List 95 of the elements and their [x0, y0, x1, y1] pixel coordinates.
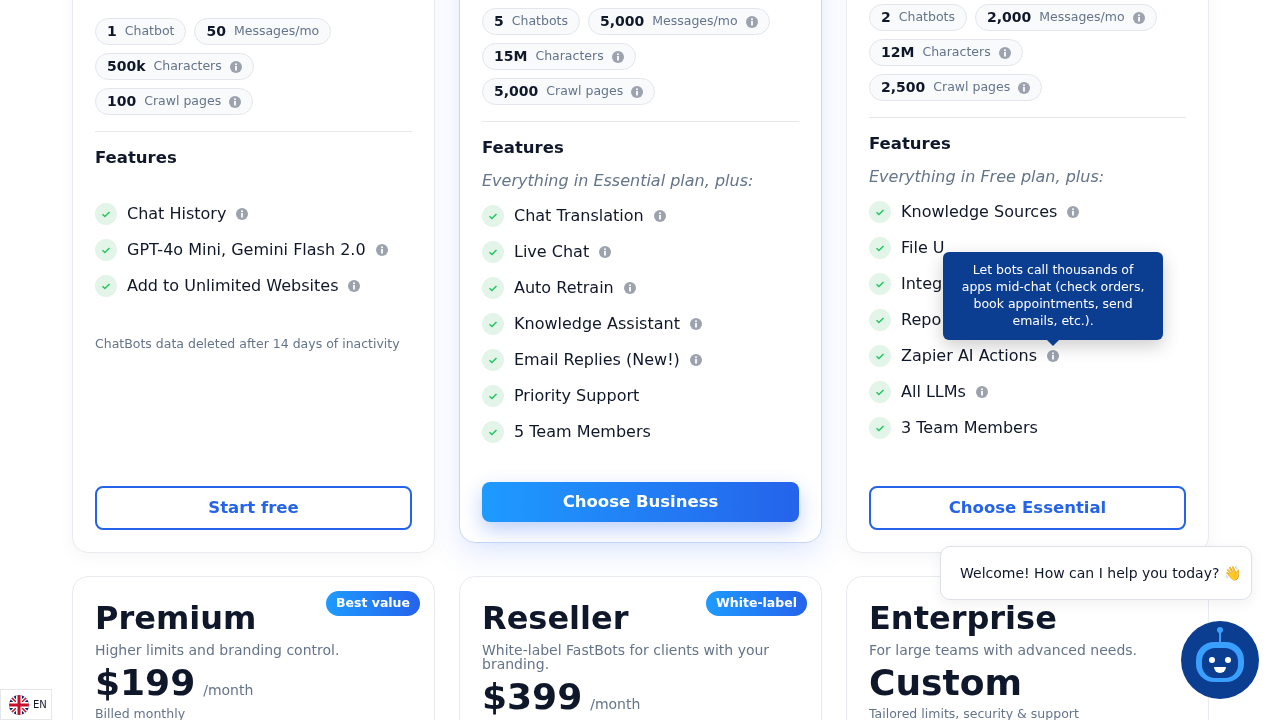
plan-badge: White-label — [705, 591, 807, 616]
feature-label: Add to Unlimited Websites — [127, 274, 339, 297]
chatbot-launcher-icon[interactable] — [1180, 620, 1260, 700]
check-icon — [869, 200, 891, 223]
plan-note: ChatBots data deleted after 14 days of inactivity — [95, 334, 401, 353]
features-intro: Everything in Free plan, plus: — [869, 165, 1106, 188]
feature-label: Auto Retrain — [514, 276, 614, 299]
info-icon — [623, 281, 636, 294]
feature-label: Email Replies (New!) — [514, 348, 680, 371]
check-icon — [482, 348, 504, 371]
check-icon — [95, 202, 117, 225]
check-icon — [95, 274, 117, 297]
info-icon — [975, 385, 988, 398]
info-icon — [1047, 349, 1060, 362]
features-intro: Everything in Essential plan, plus: — [482, 169, 755, 192]
info-icon — [348, 279, 361, 292]
info-icon — [229, 95, 242, 108]
choose-plan-button[interactable]: Choose Business — [482, 482, 799, 522]
choose-plan-button[interactable]: Choose Essential — [869, 486, 1186, 530]
feature-label: Priority Support — [514, 384, 640, 407]
limit-chip: 500k Characters — [95, 53, 254, 80]
plan-name: Enterprise — [869, 599, 1057, 638]
billing-note: Billed monthly — [95, 704, 187, 720]
limit-chip: 50 Messages/mo — [194, 18, 332, 45]
limit-chip: 15M Characters — [482, 43, 636, 70]
info-icon — [631, 85, 644, 98]
feature-label: Chat History — [127, 202, 227, 225]
info-icon — [1067, 205, 1080, 218]
check-icon — [482, 384, 504, 407]
info-icon — [689, 353, 702, 366]
plan-name: Reseller — [482, 599, 629, 638]
info-icon — [1018, 81, 1031, 94]
check-icon — [869, 308, 891, 331]
feature-label: Chat Translation — [514, 204, 644, 227]
feature-label: All LLMs — [901, 380, 966, 403]
check-icon — [95, 238, 117, 261]
check-icon — [482, 204, 504, 227]
features-heading: Features — [95, 147, 178, 169]
info-icon — [236, 207, 249, 220]
info-icon — [998, 46, 1011, 59]
chat-message: Welcome! How can I help you today? 👋 — [940, 546, 1252, 600]
plan-price: $399 — [482, 675, 583, 719]
flag-icon — [9, 694, 29, 715]
check-icon — [482, 240, 504, 263]
check-icon — [482, 420, 504, 443]
feature-label: Knowledge Assistant — [514, 312, 680, 335]
limit-chip: 5 Chatbots — [482, 8, 580, 35]
plan-price: $199 — [95, 661, 196, 705]
info-icon — [611, 50, 624, 63]
price-period: /month — [590, 695, 641, 715]
check-icon — [482, 312, 504, 335]
tooltip: Let bots call thousands of apps mid-chat (check orders, book appointments, send emails, etc.). — [943, 252, 1164, 340]
info-icon — [375, 243, 388, 256]
features-heading: Features — [482, 137, 565, 159]
feature-label: Knowledge Sources — [901, 200, 1058, 223]
feature-label: Live Chat — [514, 240, 590, 263]
limit-chip: 2,000 Messages/mo — [974, 4, 1157, 31]
limit-chip: 1 Chatbot — [95, 18, 187, 45]
plan-badge: Best value — [325, 591, 420, 616]
feature-label: Zapier AI Actions — [901, 344, 1038, 367]
plan-name: Premium — [95, 599, 257, 638]
info-icon — [599, 245, 612, 258]
check-icon — [869, 236, 891, 259]
feature-label: File U — [901, 236, 945, 259]
feature-label: Integ — [901, 272, 943, 295]
check-icon — [869, 416, 891, 439]
info-icon — [653, 209, 666, 222]
limit-chip: 5,000 Crawl pages — [482, 78, 656, 105]
limit-chip: 100 Crawl pages — [95, 88, 254, 115]
info-icon — [1132, 11, 1145, 24]
choose-plan-button[interactable]: Start free — [95, 486, 412, 530]
plan-price: Custom — [869, 661, 1022, 705]
limit-chip: 2 Chatbots — [869, 4, 967, 31]
tooltip-arrow — [1047, 339, 1060, 346]
limit-chip: 12M Characters — [869, 39, 1023, 66]
feature-label: GPT-4o Mini, Gemini Flash 2.0 — [127, 238, 366, 261]
feature-label: 5 Team Members — [514, 420, 651, 443]
features-heading: Features — [869, 133, 952, 155]
limit-chip: 2,500 Crawl pages — [869, 74, 1043, 101]
feature-label: 3 Team Members — [901, 416, 1038, 439]
billing-note: Tailored limits, security & support — [869, 704, 1080, 720]
plan-description: White-label FastBots for clients with your branding. — [482, 643, 771, 672]
check-icon — [482, 276, 504, 299]
feature-label: Repo — [901, 308, 942, 331]
limit-chip: 5,000 Messages/mo — [587, 8, 770, 35]
plan-description: Higher limits and branding control. — [95, 643, 341, 658]
info-icon — [689, 317, 702, 330]
check-icon — [869, 272, 891, 295]
info-icon — [745, 15, 758, 28]
check-icon — [869, 344, 891, 367]
price-period: /month — [203, 681, 254, 701]
plan-description: For large teams with advanced needs. — [869, 643, 1139, 658]
language-selector[interactable]: EN — [0, 689, 52, 720]
info-icon — [229, 60, 242, 73]
check-icon — [869, 380, 891, 403]
